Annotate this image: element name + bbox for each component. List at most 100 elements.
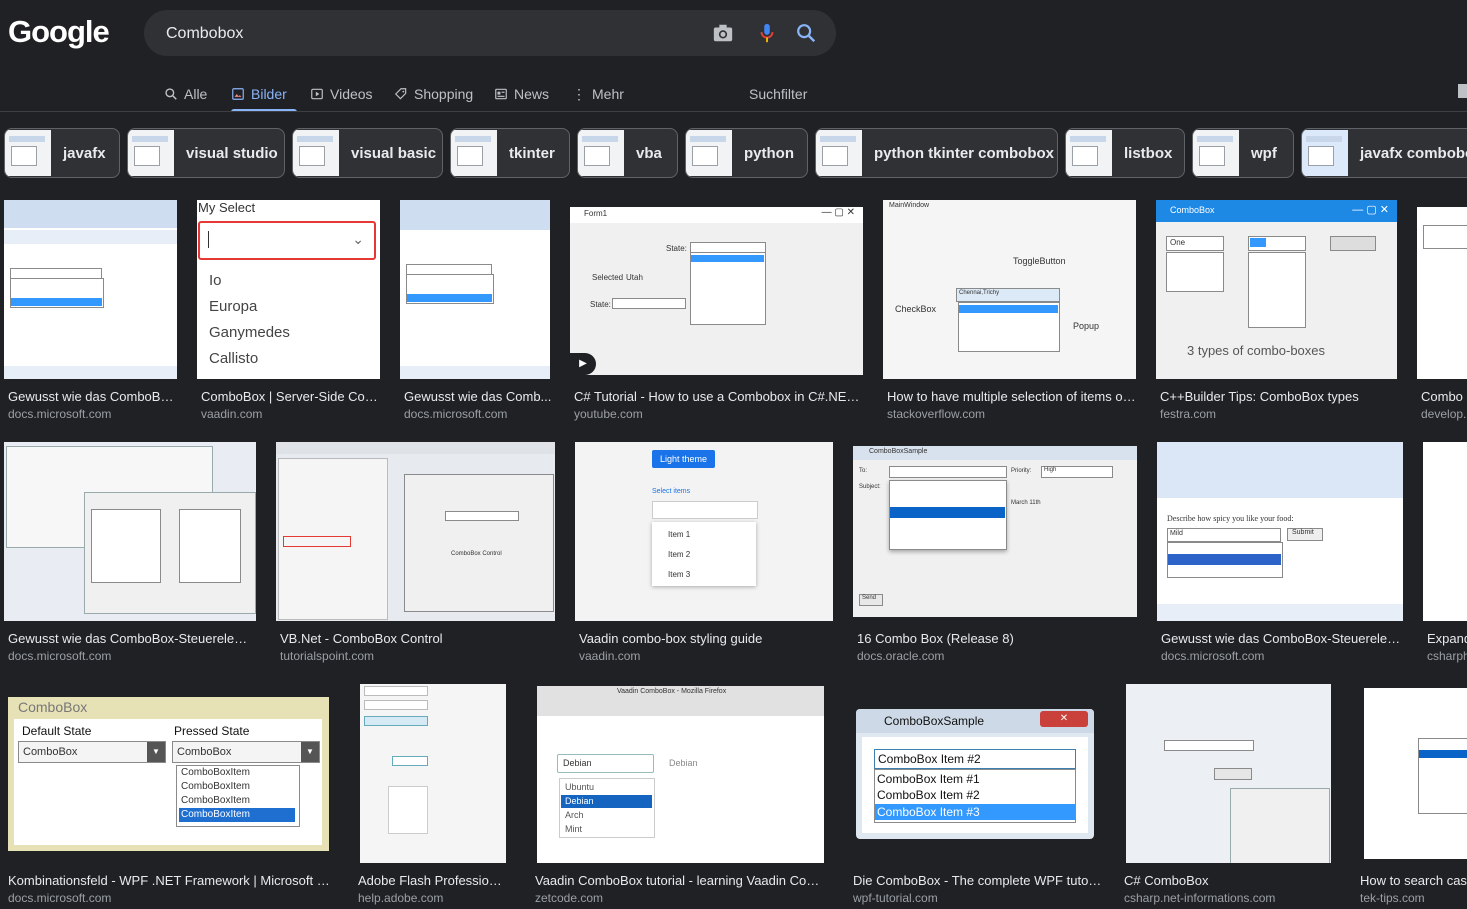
news-icon — [495, 88, 507, 100]
result-source[interactable]: docs.oracle.com — [857, 649, 1137, 663]
chip-python-tkinter-combobox[interactable]: python tkinter combobox — [815, 128, 1058, 178]
result-source[interactable]: csharp.net-informations.com — [1124, 891, 1334, 905]
chip-javafx-combobox[interactable]: javafx combobox — [1301, 128, 1467, 178]
result-source[interactable]: tutorialspoint.com — [280, 649, 555, 663]
tab-videos[interactable]: Videos — [310, 78, 373, 110]
result-source[interactable]: develop.k — [1421, 407, 1467, 421]
result-image-6[interactable]: ComboBox — ▢ ✕ One 3 types of combo-boxes — [1156, 200, 1397, 379]
chip-visual-studio[interactable]: visual studio — [127, 128, 285, 178]
result-image-19[interactable] — [1364, 688, 1467, 859]
result-source[interactable]: wpf-tutorial.com — [853, 891, 1103, 905]
chip-python[interactable]: python — [685, 128, 808, 178]
chip-javafx[interactable]: javafx — [4, 128, 120, 178]
result-image-12[interactable]: Describe how spicy you like your food: M… — [1157, 442, 1403, 621]
result-source[interactable]: zetcode.com — [535, 891, 825, 905]
result-source[interactable]: docs.microsoft.com — [8, 649, 256, 663]
camera-icon[interactable] — [712, 22, 734, 44]
result-image-4[interactable]: Form1 — ▢ ✕ State: Selected Utah State: ▶ — [570, 207, 863, 375]
window-title: Form1 — [584, 209, 608, 218]
chip-visual-basic[interactable]: visual basic — [292, 128, 443, 178]
result-image-1[interactable] — [4, 200, 177, 379]
selected-item: ComboBoxItem — [179, 808, 295, 822]
result-title[interactable]: C++Builder Tips: ComboBox types — [1160, 389, 1400, 404]
result-title[interactable]: Expand — [1427, 631, 1467, 646]
result-source[interactable]: stackoverflow.com — [887, 407, 1137, 421]
result-title[interactable]: Vaadin ComboBox tutorial - learning Vaad… — [535, 873, 825, 888]
result-image-2[interactable]: My Select ⌄ Io Europa Ganymedes Callisto — [197, 200, 380, 379]
result-image-15[interactable] — [360, 684, 506, 863]
select-field: ⌄ — [198, 221, 376, 260]
result-source[interactable]: docs.microsoft.com — [8, 407, 178, 421]
bookmark-icon[interactable] — [1458, 84, 1467, 98]
result-title[interactable]: 16 Combo Box (Release 8) — [857, 631, 1137, 646]
microphone-icon[interactable] — [756, 22, 778, 44]
toggle-label: ToggleButton — [1013, 256, 1066, 266]
chip-listbox[interactable]: listbox — [1065, 128, 1185, 178]
result-title[interactable]: Gewusst wie das ComboBox-Steuereleme... — [8, 631, 256, 646]
result-image-14[interactable]: ComboBox Default State Pressed State Com… — [8, 697, 329, 851]
result-source[interactable]: help.adobe.com — [358, 891, 506, 905]
result-title[interactable]: How to search case — [1360, 873, 1467, 888]
result-title[interactable]: Adobe Flash Professiona... — [358, 873, 506, 888]
chip-label: javafx combobox — [1360, 144, 1467, 162]
result-image-13[interactable] — [1423, 442, 1467, 621]
image-icon — [232, 88, 244, 100]
result-title[interactable]: VB.Net - ComboBox Control — [280, 631, 555, 646]
chip-label: visual basic — [351, 144, 437, 162]
result-title[interactable]: Gewusst wie das ComboBox-Steuereleme... — [1161, 631, 1403, 646]
result-title[interactable]: How to have multiple selection of items … — [887, 389, 1137, 404]
option: ComboBoxItem — [181, 795, 250, 806]
text-cursor — [208, 231, 209, 248]
result-source[interactable]: csharph — [1427, 649, 1467, 663]
result-title[interactable]: Die ComboBox - The complete WPF tutorial — [853, 873, 1103, 888]
google-logo[interactable]: Google — [8, 14, 110, 50]
tab-news[interactable]: News — [494, 78, 549, 110]
search-box[interactable] — [144, 10, 836, 58]
result-title[interactable]: Kombinationsfeld - WPF .NET Framework | … — [8, 873, 338, 888]
result-image-9[interactable]: ComboBox Control — [276, 442, 555, 621]
result-image-11[interactable]: ComboBoxSample To: Priority: High Subjec… — [853, 446, 1137, 617]
result-image-16[interactable]: Vaadin ComboBox - Mozilla Firefox Debian… — [537, 686, 824, 863]
result-image-18[interactable] — [1126, 684, 1331, 863]
tab-all[interactable]: Alle — [164, 78, 207, 110]
tab-more[interactable]: ⋮ Mehr — [572, 78, 624, 110]
chip-thumbnail — [5, 130, 51, 176]
result-source[interactable]: vaadin.com — [201, 407, 381, 421]
play-icon[interactable]: ▶ — [570, 353, 596, 375]
chip-vba[interactable]: vba — [577, 128, 678, 178]
search-icon[interactable] — [795, 22, 817, 44]
result-source[interactable]: docs.microsoft.com — [8, 891, 338, 905]
combobox-highlight — [283, 536, 351, 547]
tab-images[interactable]: Bilder — [231, 78, 297, 112]
result-title[interactable]: C# Tutorial - How to use a Combobox in C… — [574, 389, 864, 404]
result-source[interactable]: tek-tips.com — [1360, 891, 1467, 905]
tab-shopping[interactable]: Shopping — [394, 78, 473, 110]
result-image-7[interactable] — [1417, 207, 1467, 379]
result-title[interactable]: Combo B — [1421, 389, 1467, 404]
result-title[interactable]: ComboBox | Server-Side Com... — [201, 389, 381, 404]
select-header: My Select — [198, 200, 256, 215]
result-title[interactable]: C# ComboBox — [1124, 873, 1334, 888]
result-image-8[interactable] — [4, 442, 256, 621]
result-source[interactable]: docs.microsoft.com — [1161, 649, 1403, 663]
result-title[interactable]: Gewusst wie das ComboBox... — [8, 389, 178, 404]
result-source[interactable]: docs.microsoft.com — [404, 407, 552, 421]
window-title: ComboBox — [1170, 205, 1215, 215]
result-title[interactable]: Vaadin combo-box styling guide — [579, 631, 834, 646]
listbox — [91, 509, 161, 583]
default-combo: ComboBox ▼ — [18, 741, 166, 763]
chip-tkinter[interactable]: tkinter — [450, 128, 570, 178]
listbox — [179, 509, 241, 583]
result-image-3[interactable] — [400, 200, 550, 379]
result-source[interactable]: youtube.com — [574, 407, 864, 421]
result-image-17[interactable]: ComboBoxSample ✕ ComboBox Item #2 ComboB… — [856, 709, 1094, 839]
result-source[interactable]: festra.com — [1160, 407, 1400, 421]
window-title: ComboBoxSample — [869, 448, 928, 455]
result-image-10[interactable]: Light theme Select items Item 1 Item 2 I… — [575, 442, 833, 621]
search-input[interactable] — [164, 10, 688, 58]
search-filter-button[interactable]: Suchfilter — [749, 78, 807, 110]
result-source[interactable]: vaadin.com — [579, 649, 834, 663]
chip-wpf[interactable]: wpf — [1192, 128, 1294, 178]
result-title[interactable]: Gewusst wie das Comb... — [404, 389, 552, 404]
result-image-5[interactable]: MainWindow ToggleButton CheckBox Popup C… — [883, 200, 1136, 379]
